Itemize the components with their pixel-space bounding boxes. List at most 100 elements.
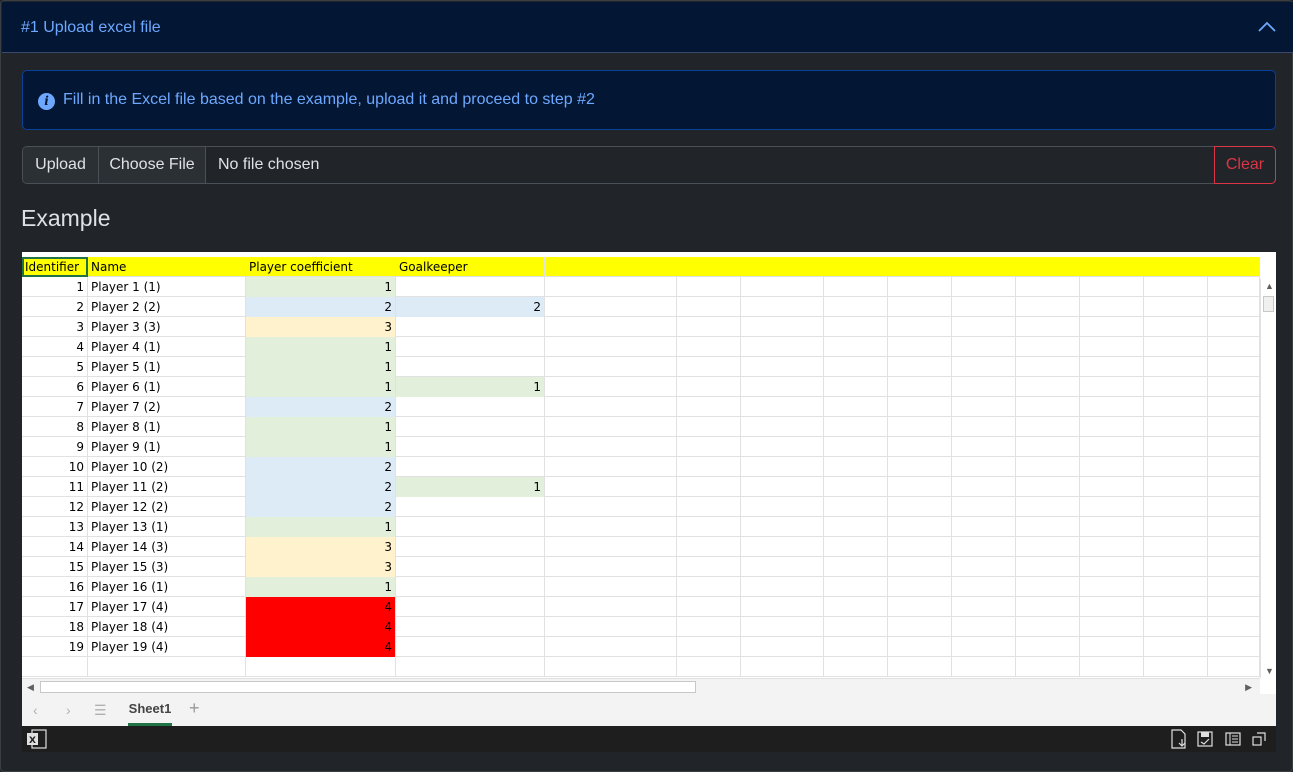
cell-gk[interactable]: [396, 457, 545, 477]
empty-cell[interactable]: [545, 537, 677, 557]
empty-cell[interactable]: [1208, 457, 1260, 477]
empty-cell[interactable]: [952, 337, 1016, 357]
cell-gk[interactable]: 2: [396, 297, 545, 317]
cell-name[interactable]: Player 19 (4): [88, 637, 246, 657]
cell-gk[interactable]: [396, 537, 545, 557]
cell-coef[interactable]: 1: [246, 357, 396, 377]
empty-cell[interactable]: [824, 317, 888, 337]
empty-cell[interactable]: [1016, 577, 1080, 597]
cell-name[interactable]: Player 6 (1): [88, 377, 246, 397]
vertical-scroll-thumb[interactable]: [1263, 296, 1274, 312]
cell-name[interactable]: Player 4 (1): [88, 337, 246, 357]
empty-cell[interactable]: [1016, 497, 1080, 517]
cell-id[interactable]: 11: [22, 477, 88, 497]
empty-cell[interactable]: [1144, 557, 1208, 577]
empty-cell[interactable]: [1080, 497, 1144, 517]
empty-cell[interactable]: [1080, 417, 1144, 437]
empty-cell[interactable]: [677, 457, 741, 477]
empty-cell[interactable]: [1080, 657, 1144, 677]
empty-cell[interactable]: [1080, 517, 1144, 537]
empty-cell[interactable]: [741, 377, 824, 397]
empty-cell[interactable]: [741, 597, 824, 617]
cell-coef[interactable]: 1: [246, 577, 396, 597]
empty-cell[interactable]: [1080, 557, 1144, 577]
cell-coef[interactable]: 3: [246, 557, 396, 577]
empty-cell[interactable]: [741, 497, 824, 517]
empty-cell[interactable]: [1080, 637, 1144, 657]
empty-cell[interactable]: [1080, 397, 1144, 417]
empty-cell[interactable]: [1208, 377, 1260, 397]
header-cell[interactable]: Identifier: [22, 257, 88, 277]
empty-cell[interactable]: [741, 337, 824, 357]
upload-button[interactable]: Upload: [23, 147, 99, 183]
cell-id[interactable]: 2: [22, 297, 88, 317]
empty-cell[interactable]: [1080, 317, 1144, 337]
empty-cell[interactable]: [888, 377, 952, 397]
empty-cell[interactable]: [677, 517, 741, 537]
empty-cell[interactable]: [952, 437, 1016, 457]
cell-coef[interactable]: 4: [246, 617, 396, 637]
choose-file-button[interactable]: Choose File: [99, 147, 206, 183]
empty-cell[interactable]: [1016, 437, 1080, 457]
empty-cell[interactable]: [824, 397, 888, 417]
empty-cell[interactable]: [396, 657, 545, 677]
cell-id[interactable]: 18: [22, 617, 88, 637]
empty-cell[interactable]: [677, 397, 741, 417]
empty-cell[interactable]: [677, 657, 741, 677]
empty-cell[interactable]: [677, 577, 741, 597]
empty-cell[interactable]: [1208, 337, 1260, 357]
empty-cell[interactable]: [888, 657, 952, 677]
empty-cell[interactable]: [824, 337, 888, 357]
empty-cell[interactable]: [1208, 397, 1260, 417]
scroll-down-icon[interactable]: ▼: [1265, 666, 1274, 676]
empty-cell[interactable]: [741, 637, 824, 657]
cell-name[interactable]: Player 16 (1): [88, 577, 246, 597]
next-sheet-icon[interactable]: ›: [66, 702, 71, 718]
cell-gk[interactable]: [396, 497, 545, 517]
empty-cell[interactable]: [741, 297, 824, 317]
empty-cell[interactable]: [824, 557, 888, 577]
scroll-right-icon[interactable]: ▶: [1245, 682, 1252, 692]
empty-cell[interactable]: [545, 557, 677, 577]
cell-gk[interactable]: [396, 577, 545, 597]
empty-cell[interactable]: [1144, 297, 1208, 317]
empty-cell[interactable]: [1144, 397, 1208, 417]
empty-cell[interactable]: [888, 617, 952, 637]
empty-cell[interactable]: [952, 557, 1016, 577]
cell-id[interactable]: 14: [22, 537, 88, 557]
empty-cell[interactable]: [824, 357, 888, 377]
prev-sheet-icon[interactable]: ‹: [33, 702, 38, 718]
cell-coef[interactable]: 2: [246, 497, 396, 517]
empty-cell[interactable]: [741, 477, 824, 497]
empty-cell[interactable]: [741, 577, 824, 597]
accordion-header[interactable]: #1 Upload excel file: [2, 2, 1293, 53]
cell-name[interactable]: Player 2 (2): [88, 297, 246, 317]
empty-cell[interactable]: [1208, 437, 1260, 457]
cell-coef[interactable]: 2: [246, 397, 396, 417]
chevron-up-icon[interactable]: [1258, 20, 1276, 34]
empty-cell[interactable]: [677, 417, 741, 437]
cell-name[interactable]: Player 9 (1): [88, 437, 246, 457]
empty-cell[interactable]: [952, 617, 1016, 637]
header-cell[interactable]: Name: [88, 257, 246, 277]
empty-cell[interactable]: [824, 577, 888, 597]
cell-id[interactable]: 3: [22, 317, 88, 337]
empty-cell[interactable]: [952, 457, 1016, 477]
empty-cell[interactable]: [1016, 337, 1080, 357]
empty-cell[interactable]: [1080, 617, 1144, 637]
cell-id[interactable]: 19: [22, 637, 88, 657]
cell-gk[interactable]: [396, 637, 545, 657]
empty-cell[interactable]: [741, 357, 824, 377]
empty-cell[interactable]: [741, 657, 824, 677]
empty-cell[interactable]: [952, 397, 1016, 417]
empty-cell[interactable]: [741, 277, 824, 297]
empty-cell[interactable]: [1080, 377, 1144, 397]
cell-id[interactable]: 4: [22, 337, 88, 357]
cell-gk[interactable]: [396, 597, 545, 617]
empty-cell[interactable]: [22, 657, 88, 677]
cell-coef[interactable]: 1: [246, 337, 396, 357]
empty-cell[interactable]: [1208, 617, 1260, 637]
empty-cell[interactable]: [545, 457, 677, 477]
empty-cell[interactable]: [545, 397, 677, 417]
cell-gk[interactable]: [396, 417, 545, 437]
